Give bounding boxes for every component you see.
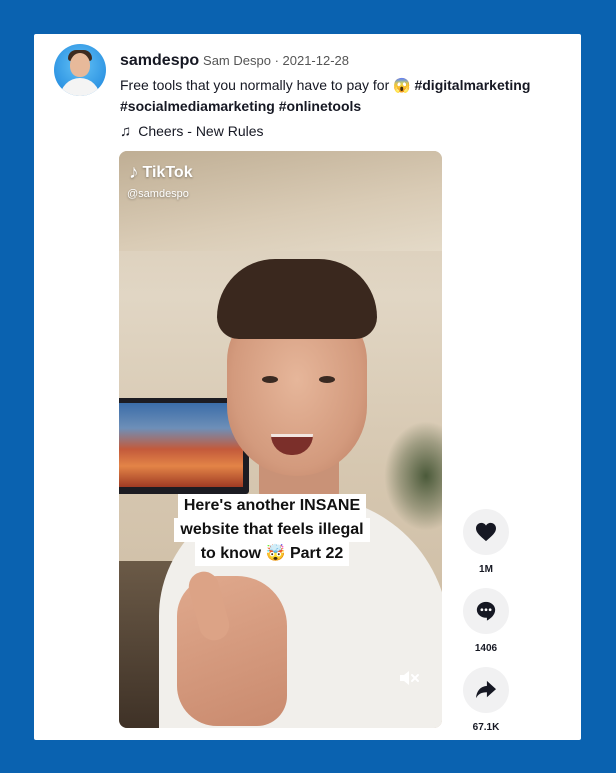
avatar-face	[70, 53, 90, 77]
avatar[interactable]	[54, 44, 106, 96]
hashtag[interactable]: #onlinetools	[279, 98, 361, 114]
music-row[interactable]: ♫ Cheers - New Rules	[120, 121, 567, 142]
like-button[interactable]	[463, 509, 509, 555]
overlay-line: Here's another INSANE	[177, 494, 367, 518]
mute-icon-svg	[400, 671, 419, 685]
comment-button[interactable]	[463, 588, 509, 634]
caption-text: Free tools that you normally have to pay…	[120, 77, 394, 93]
share-button[interactable]	[463, 667, 509, 713]
watermark-text: TikTok	[142, 163, 193, 181]
caption: Free tools that you normally have to pay…	[120, 75, 567, 117]
watermark-handle: @samdespo	[127, 188, 189, 200]
display-name: Sam Despo	[203, 53, 271, 68]
action-bar: 1M 1406 67.1K	[461, 509, 511, 746]
comment-icon	[476, 601, 496, 621]
overlay-line: website that feels illegal	[174, 518, 370, 542]
overlay-line: to know 🤯 Part 22	[194, 542, 350, 566]
avatar-shirt	[60, 78, 100, 96]
share-count: 67.1K	[472, 722, 500, 733]
comment-count: 1406	[474, 643, 498, 654]
video-person-hair	[217, 259, 377, 339]
tiktok-logo-icon: ♪	[129, 162, 139, 183]
heart-icon	[476, 522, 496, 542]
caption-emoji: 😱	[393, 77, 411, 93]
date-separator: ·	[270, 53, 283, 68]
video-person-eye	[319, 376, 335, 383]
post-card: samdespo Sam Despo · 2021-12-28 Free too…	[34, 34, 581, 740]
hashtag[interactable]: #socialmediamarketing	[120, 98, 275, 114]
post-date: 2021-12-28	[282, 53, 350, 68]
video-monitor-screen	[119, 403, 243, 487]
video-player[interactable]: ♪ TikTok @samdespo Here's another INSANE…	[119, 151, 442, 728]
share-icon	[476, 680, 496, 699]
hashtag[interactable]: #digitalmarketing	[414, 77, 530, 93]
post-meta: samdespo Sam Despo · 2021-12-28 Free too…	[120, 50, 567, 142]
music-note-icon: ♫	[120, 123, 132, 140]
username[interactable]: samdespo	[120, 52, 199, 69]
mute-icon[interactable]	[399, 669, 421, 693]
post-header: samdespo Sam Despo · 2021-12-28	[120, 50, 567, 71]
video-person-eye	[262, 376, 278, 383]
like-count: 1M	[479, 564, 493, 575]
tiktok-watermark: ♪ TikTok	[129, 163, 193, 182]
video-caption-overlay: Here's another INSANE website that feels…	[147, 494, 397, 566]
music-title[interactable]: Cheers - New Rules	[138, 121, 263, 142]
